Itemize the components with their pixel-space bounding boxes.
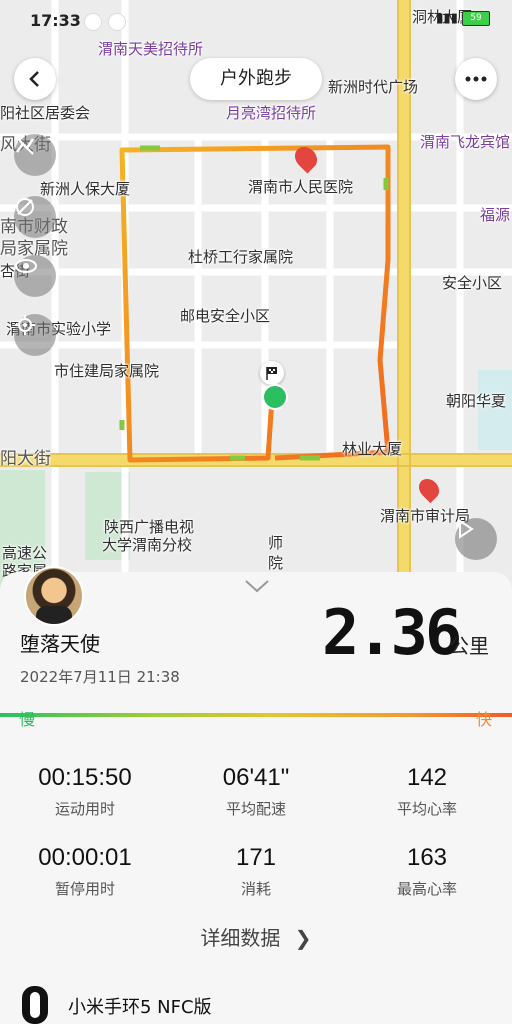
detail-data-label: 详细数据 [200,926,281,950]
username: 堕落天使 [20,632,100,656]
back-arrow-icon [29,71,39,87]
locate-icon[interactable] [14,314,56,356]
detail-data-link[interactable]: 详细数据 ❯ [0,922,512,951]
stat-value: 171 [235,844,277,871]
status-time: 17:33 [30,11,81,30]
band-device-icon [22,986,48,1024]
more-dots-icon [465,76,487,82]
chat-notification-icon [108,13,126,31]
battery-icon: 59 [462,11,490,26]
map-label: 月亮湾招待所 [226,104,317,122]
signal-icon: ▮▮▮ [436,11,458,26]
play-icon[interactable] [455,518,497,560]
stat-duration: 00:15:50 运动用时 [0,764,170,819]
map-label: 杜桥工行家属院 [188,248,294,266]
stat-value: 163 [406,844,448,871]
stat-avg-hr: 142 平均心率 [342,764,512,819]
start-point-icon [262,384,288,410]
stats-off-icon[interactable] [14,134,56,176]
finish-flag-icon [260,361,284,385]
pace-fast-label: 快 [476,710,493,729]
pace-gradient-bar [0,713,512,717]
stat-pause-time: 00:00:01 暂停用时 [0,844,170,899]
stat-label: 暂停用时 [54,880,115,898]
distance-unit: 公里 [449,634,489,658]
map-label: 新洲人保大厦 [40,180,131,198]
collapse-chevron-icon[interactable] [244,578,270,598]
stat-label: 最高心率 [396,880,457,898]
map-label: 林业大厦 [342,440,403,458]
distance-value: 2.36 [322,596,462,669]
stat-calories: 171 消耗 [171,844,341,899]
stat-value: 142 [406,764,448,791]
map-label: 师 [268,534,284,552]
stat-label: 运动用时 [54,800,115,818]
status-icons: ▮▮▮ 59 [436,11,490,26]
map-label: 大学渭南分校 [102,536,193,554]
status-bar: 17:33 ▮▮▮ 59 [0,0,512,42]
stat-value: 00:00:01 [38,844,132,871]
stat-max-hr: 163 最高心率 [342,844,512,899]
stat-label: 平均心率 [396,800,457,818]
map-label: 阳社区居委会 [0,104,91,122]
page-title: 户外跑步 [190,58,322,100]
map-label: 福源 [480,206,511,224]
map-label: 朝阳华夏 [446,392,507,410]
map-label: 院 [268,554,284,572]
back-button[interactable] [14,58,56,100]
chevron-right-icon: ❯ [294,926,312,950]
notification-icon [84,13,102,31]
stat-value: 00:15:50 [38,764,132,791]
route-hide-icon[interactable] [14,196,56,238]
workout-datetime: 2022年7月11日 21:38 [20,668,180,686]
stat-avg-pace: 06'41" 平均配速 [171,764,341,819]
more-button[interactable] [455,58,497,100]
stat-label: 平均配速 [225,800,286,818]
map-label: 渭南飞龙宾馆 [420,133,511,151]
map-label: 渭南市人民医院 [248,178,354,196]
pace-slow-label: 慢 [19,710,36,729]
map-label: 邮电安全小区 [180,307,271,325]
avatar[interactable] [24,566,84,626]
eye-icon[interactable] [14,255,56,297]
device-name[interactable]: 小米手环5 NFC版 [68,993,212,1019]
map-label: 新洲时代广场 [328,78,419,96]
map-label: 安全小区 [442,274,503,292]
stat-value: 06'41" [222,764,290,791]
map-label: 阳大街 [0,449,51,469]
map-label: 市住建局家属院 [54,362,160,380]
stat-label: 消耗 [240,880,271,898]
